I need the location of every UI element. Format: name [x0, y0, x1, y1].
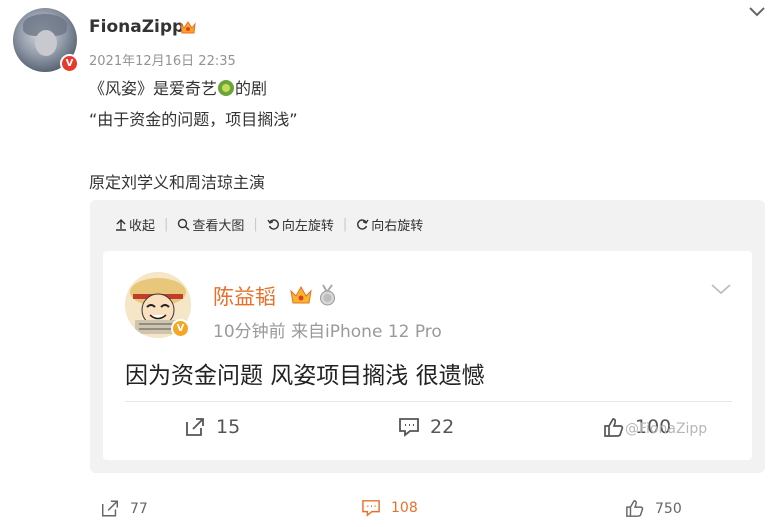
username[interactable]: FionaZipp: [89, 17, 184, 37]
like-button[interactable]: 750: [625, 499, 682, 518]
medal-icon: [320, 284, 335, 306]
collapse-label: 收起: [129, 219, 156, 234]
toolbar-divider: |: [164, 217, 169, 232]
rotate-right-icon: [357, 219, 369, 230]
collapse-button[interactable]: 收起: [115, 215, 155, 234]
share-icon: [186, 418, 204, 436]
search-icon: [178, 218, 190, 231]
post-text-part: 《风姿》是爱奇艺: [89, 79, 218, 98]
comment-icon: [362, 500, 380, 517]
like-icon: [626, 500, 644, 517]
comment-count: 108: [391, 500, 418, 516]
repost-comment-action: 22: [398, 416, 454, 438]
like-icon: [604, 417, 624, 437]
chevron-down-icon[interactable]: [748, 5, 766, 19]
toolbar-divider: |: [253, 217, 258, 232]
post-text-part: 的剧: [235, 79, 268, 98]
kiwi-emoji-icon: [218, 80, 235, 96]
rotate-right-button[interactable]: 向右旋转: [356, 215, 423, 234]
repost-verified-badge-icon: V: [171, 319, 190, 338]
watermark-text: @FionaZipp: [625, 421, 708, 437]
comment-icon: [399, 418, 419, 437]
collapse-icon: [116, 219, 126, 231]
comment-button[interactable]: 108: [361, 499, 418, 517]
post-timestamp[interactable]: 2021年12月16日 22:35: [89, 50, 236, 69]
crown-level-icon: [290, 285, 312, 304]
repost-divider: [125, 401, 732, 402]
like-count: 750: [655, 500, 682, 517]
rotate-left-icon: [267, 219, 279, 230]
image-toolbar: 收起 | 查看大图 | 向左旋转 | 向右旋转: [115, 215, 423, 234]
repost-comment-count: 22: [430, 416, 455, 438]
repost-username: 陈益韬: [213, 285, 276, 309]
avatar-face-shape: [35, 30, 57, 56]
view-large-button[interactable]: 查看大图: [177, 215, 244, 234]
share-count: 77: [130, 500, 148, 517]
view-large-label: 查看大图: [192, 219, 245, 234]
toolbar-divider: |: [342, 217, 348, 232]
crown-icon: [180, 21, 196, 34]
rotate-right-label: 向右旋转: [371, 219, 424, 234]
share-button[interactable]: 77: [100, 499, 148, 518]
verified-badge-icon: V: [60, 54, 79, 73]
repost-share-action: 15: [184, 416, 240, 438]
post-text-line: 原定刘学义和周洁琼主演: [89, 173, 266, 192]
repost-share-count: 15: [216, 416, 241, 438]
repost-chevron-down-icon: [711, 284, 731, 295]
repost-meta: 10分钟前 来自iPhone 12 Pro: [213, 322, 442, 342]
repost-text: 因为资金问题 风姿项目搁浅 很遗憾: [125, 363, 485, 389]
post-text-line: “由于资金的问题，项目搁浅”: [89, 110, 298, 129]
post-text-line: 《风姿》是爱奇艺 的剧: [89, 75, 267, 99]
share-icon: [102, 500, 118, 517]
rotate-left-button[interactable]: 向左旋转: [267, 215, 334, 234]
rotate-left-label: 向左旋转: [281, 219, 334, 234]
